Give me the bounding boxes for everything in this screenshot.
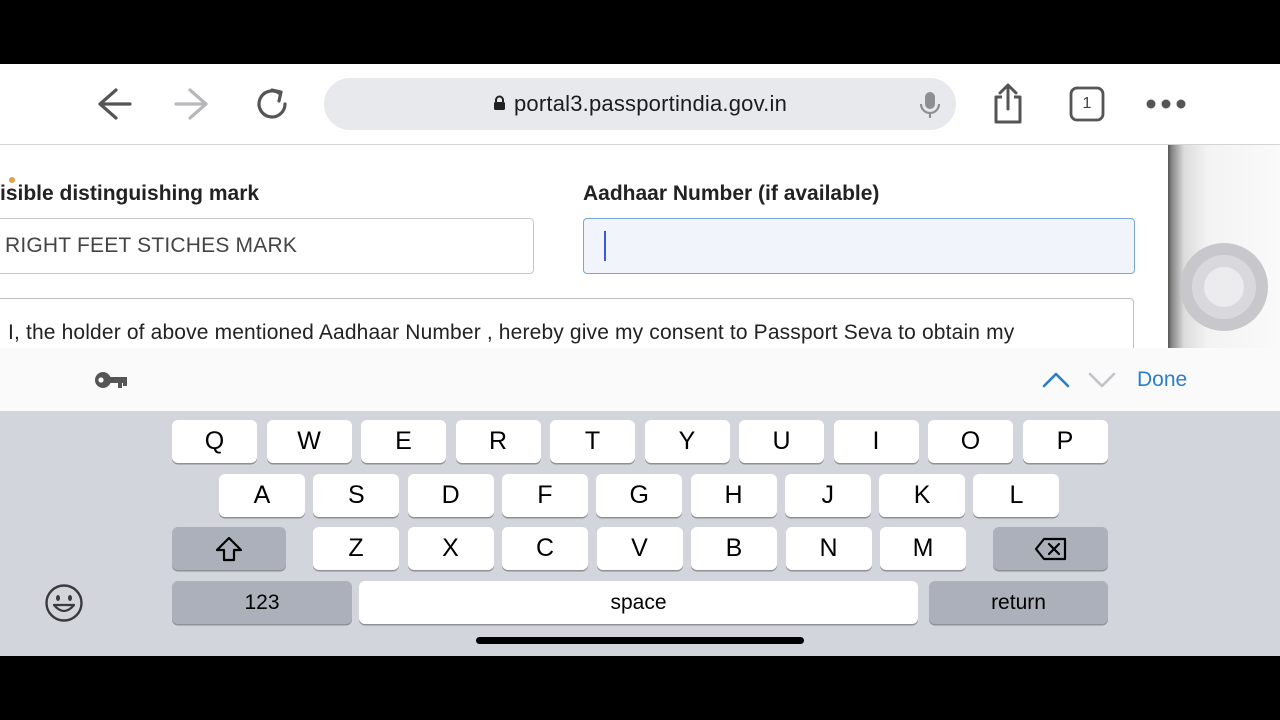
key-y[interactable]: Y <box>644 420 730 463</box>
shift-key[interactable] <box>172 527 286 570</box>
forward-button[interactable] <box>170 84 214 124</box>
mark-label: isible distinguishing mark <box>0 182 260 205</box>
key-i[interactable]: I <box>833 420 919 463</box>
emoji-key[interactable] <box>44 583 84 628</box>
tabs-button[interactable]: 1 <box>1065 84 1109 124</box>
key-f[interactable]: F <box>501 474 588 517</box>
key-e[interactable]: E <box>361 420 446 463</box>
emoji-icon <box>45 584 83 622</box>
key-o[interactable]: O <box>928 420 1013 463</box>
reload-icon <box>257 88 287 119</box>
microphone-icon[interactable] <box>918 90 942 125</box>
return-key[interactable]: return <box>929 581 1108 624</box>
bottom-letterbox <box>0 656 1280 720</box>
key-b[interactable]: B <box>691 527 777 570</box>
key-m[interactable]: M <box>880 527 966 570</box>
space-key[interactable]: space <box>359 581 918 624</box>
forward-arrow-icon <box>174 88 208 120</box>
tab-count: 1 <box>1082 95 1092 112</box>
aadhaar-label: Aadhaar Number (if available) <box>583 182 880 205</box>
mark-value: RIGHT FEET STICHES MARK <box>5 234 298 257</box>
lock-icon <box>493 95 506 116</box>
top-letterbox <box>0 0 1280 64</box>
shift-icon <box>215 536 243 561</box>
reload-button[interactable] <box>250 84 294 124</box>
key-v[interactable]: V <box>596 527 683 570</box>
url-text: portal3.passportindia.gov.in <box>513 91 788 116</box>
backspace-icon <box>1034 537 1066 560</box>
chevron-up-icon <box>1042 372 1070 388</box>
next-field-button[interactable] <box>1088 368 1116 397</box>
key-u[interactable]: U <box>739 420 824 463</box>
browser-toolbar: portal3.passportindia.gov.in 1 <box>0 64 1280 145</box>
back-button[interactable] <box>92 84 136 124</box>
key-t[interactable]: T <box>550 420 635 463</box>
key-w[interactable]: W <box>266 420 352 463</box>
key-s[interactable]: S <box>313 474 400 517</box>
numbers-key[interactable]: 123 <box>172 581 352 624</box>
key-l[interactable]: L <box>973 474 1060 517</box>
share-icon <box>994 83 1022 124</box>
previous-field-button[interactable] <box>1042 368 1070 397</box>
key-a[interactable]: A <box>219 474 305 517</box>
more-icon <box>1146 99 1186 109</box>
keyboard-accessory-bar: Done <box>0 348 1280 411</box>
key-n[interactable]: N <box>785 527 872 570</box>
key-k[interactable]: K <box>879 474 966 517</box>
consent-text: I, the holder of above mentioned Aadhaar… <box>8 321 1015 344</box>
more-button[interactable] <box>1144 84 1188 124</box>
back-arrow-icon <box>98 88 132 120</box>
assistive-touch-button[interactable] <box>1180 243 1268 331</box>
chevron-down-icon <box>1088 372 1116 388</box>
distinguishing-mark-field[interactable]: RIGHT FEET STICHES MARK <box>0 218 534 274</box>
delete-key[interactable] <box>993 527 1108 570</box>
key-h[interactable]: H <box>690 474 777 517</box>
key-p[interactable]: P <box>1022 420 1108 463</box>
key-r[interactable]: R <box>455 420 541 463</box>
home-indicator <box>476 637 804 644</box>
done-button[interactable]: Done <box>1137 368 1187 392</box>
share-button[interactable] <box>986 83 1030 124</box>
key-z[interactable]: Z <box>313 527 399 570</box>
address-bar[interactable]: portal3.passportindia.gov.in <box>324 78 956 130</box>
aadhaar-number-field[interactable] <box>583 218 1135 274</box>
key-c[interactable]: C <box>502 527 588 570</box>
key-q[interactable]: Q <box>172 420 257 463</box>
key-x[interactable]: X <box>407 527 494 570</box>
password-key-icon[interactable] <box>94 368 128 397</box>
key-g[interactable]: G <box>596 474 683 517</box>
web-page: isible distinguishing mark RIGHT FEET ST… <box>0 145 1168 348</box>
key-j[interactable]: J <box>784 474 871 517</box>
on-screen-keyboard: QWERTYUIOP ASDFGHJKL ZXCVBNM 123 space r… <box>0 411 1280 656</box>
text-caret <box>604 231 606 261</box>
key-d[interactable]: D <box>407 474 494 517</box>
